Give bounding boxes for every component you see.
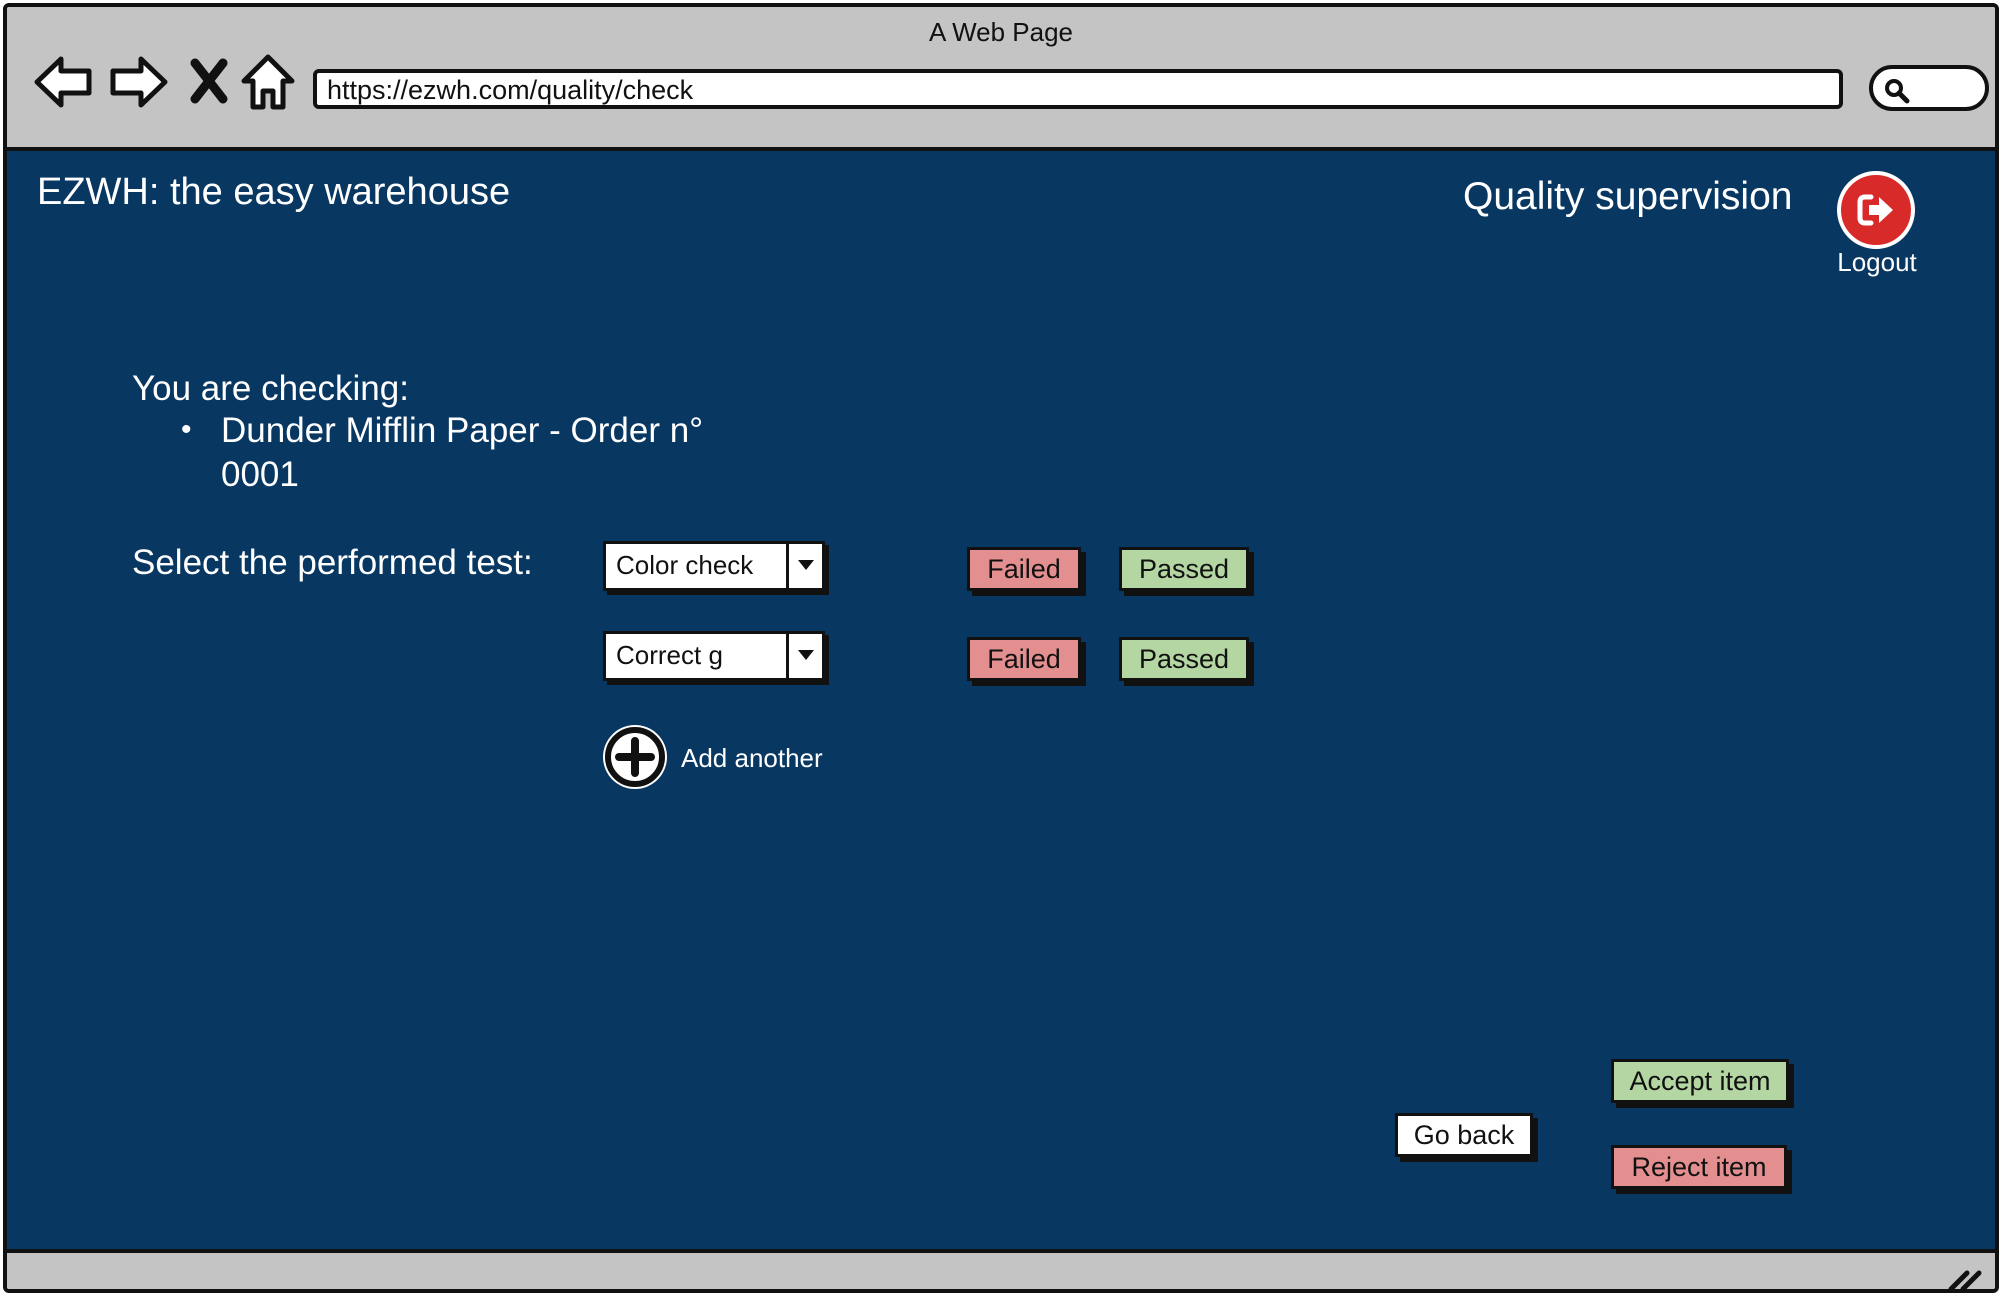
browser-window: A Web Page https://ezwh.com/quality/chec… [3, 3, 1999, 1293]
logout-icon [1857, 194, 1893, 226]
forward-arrow-icon[interactable] [107, 51, 169, 113]
address-bar[interactable]: https://ezwh.com/quality/check [313, 69, 1843, 109]
resize-grip-icon[interactable] [1947, 1267, 1983, 1293]
add-test-label[interactable]: Add another [681, 743, 823, 774]
home-icon[interactable] [239, 51, 301, 113]
passed-button-1[interactable]: Passed [1119, 547, 1249, 591]
chevron-down-icon [798, 650, 814, 660]
chevron-down-icon [798, 560, 814, 570]
logout-label[interactable]: Logout [1837, 247, 1917, 278]
dropdown-arrow[interactable] [786, 634, 822, 678]
checking-intro: You are checking: [132, 369, 409, 408]
add-test-button[interactable] [603, 725, 667, 789]
bullet-marker: • [181, 413, 192, 446]
dropdown-arrow[interactable] [786, 544, 822, 588]
passed-button-2[interactable]: Passed [1119, 637, 1249, 681]
page-content: EZWH: the easy warehouse Quality supervi… [7, 151, 1995, 1249]
test-select-label: Select the performed test: [132, 543, 533, 582]
back-arrow-icon[interactable] [33, 51, 95, 113]
failed-button-2[interactable]: Failed [967, 637, 1081, 681]
accept-item-button[interactable]: Accept item [1611, 1059, 1789, 1103]
brand-title: EZWH: the easy warehouse [37, 171, 511, 213]
browser-search-field[interactable] [1869, 65, 1989, 111]
plus-circle-icon [605, 727, 665, 787]
window-title: A Web Page [928, 17, 1074, 47]
reject-item-button[interactable]: Reject item [1611, 1145, 1787, 1189]
url-text: https://ezwh.com/quality/check [327, 75, 694, 105]
go-back-button[interactable]: Go back [1395, 1113, 1533, 1157]
test-select-2[interactable]: Correct g [603, 631, 825, 681]
logout-button[interactable] [1837, 171, 1915, 249]
test-select-value: Correct g [616, 640, 723, 670]
section-title: Quality supervision [1463, 175, 1793, 218]
checking-item: Dunder Mifflin Paper - Order n° 0001 [221, 411, 704, 494]
failed-button-1[interactable]: Failed [967, 547, 1081, 591]
test-select-value: Color check [616, 550, 754, 580]
status-bar [7, 1249, 1995, 1293]
test-select-1[interactable]: Color check [603, 541, 825, 591]
browser-toolbar: A Web Page https://ezwh.com/quality/chec… [7, 7, 1995, 151]
search-icon [1885, 79, 1910, 104]
